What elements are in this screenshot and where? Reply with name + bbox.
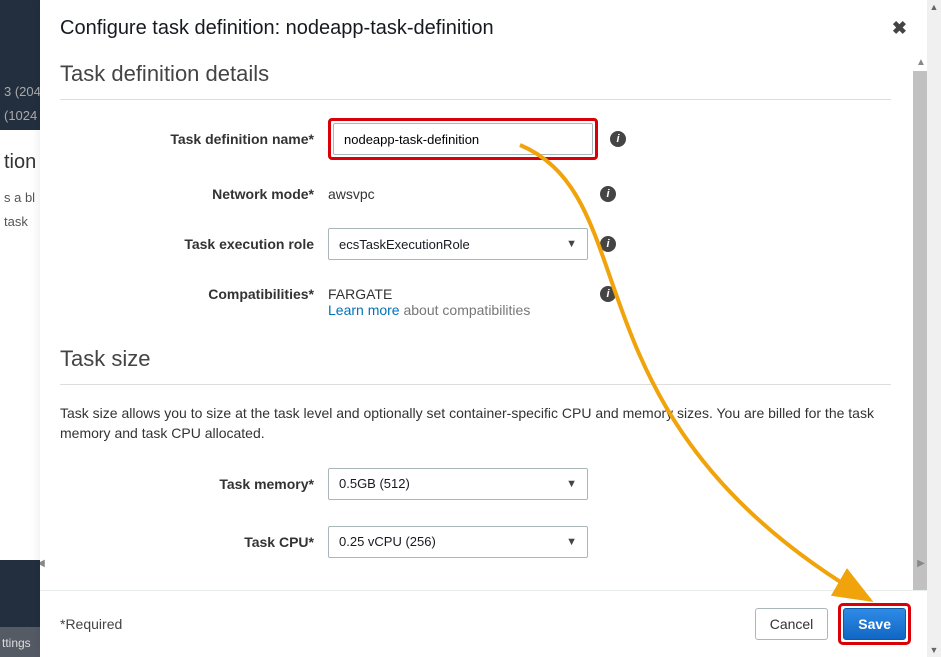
- divider: [60, 384, 891, 385]
- highlight-box: Save: [838, 603, 911, 645]
- label-task-memory: Task memory*: [60, 476, 328, 492]
- configure-task-modal: Configure task definition: nodeapp-task-…: [40, 0, 931, 657]
- info-icon[interactable]: i: [600, 286, 616, 302]
- chevron-down-icon: ▼: [566, 478, 577, 490]
- modal-header: Configure task definition: nodeapp-task-…: [40, 0, 931, 55]
- row-task-definition-name: Task definition name* i: [60, 118, 891, 160]
- label-task-cpu: Task CPU*: [60, 534, 328, 550]
- scroll-up-arrow-icon[interactable]: ▲: [927, 0, 941, 14]
- row-task-execution-role: Task execution role ecsTaskExecutionRole…: [60, 228, 891, 260]
- obscured-text: 3 (204: [0, 80, 40, 104]
- divider: [60, 99, 891, 100]
- info-icon[interactable]: i: [600, 186, 616, 202]
- row-network-mode: Network mode* awsvpc i: [60, 186, 891, 202]
- select-value: ecsTaskExecutionRole: [339, 237, 470, 252]
- select-value: 0.5GB (512): [339, 476, 410, 491]
- label-compatibilities: Compatibilities*: [60, 286, 328, 302]
- outer-scrollbar-track: ▲ ▼: [927, 0, 941, 657]
- required-note: *Required: [60, 616, 122, 632]
- task-definition-name-input[interactable]: [333, 123, 593, 155]
- learn-more-suffix: about compatibilities: [400, 302, 531, 318]
- obscured-text: tion: [0, 150, 40, 174]
- save-button[interactable]: Save: [843, 608, 906, 640]
- info-icon[interactable]: i: [610, 131, 626, 147]
- chevron-down-icon: ▼: [566, 536, 577, 548]
- inner-scrollbar-thumb[interactable]: [913, 71, 927, 590]
- select-value: 0.25 vCPU (256): [339, 534, 436, 549]
- task-size-description: Task size allows you to size at the task…: [60, 403, 891, 444]
- scroll-left-arrow-icon[interactable]: ◀: [40, 556, 49, 572]
- label-task-definition-name: Task definition name*: [60, 131, 328, 147]
- modal-title: Configure task definition: nodeapp-task-…: [60, 17, 494, 40]
- cancel-button[interactable]: Cancel: [755, 608, 829, 640]
- network-mode-value: awsvpc: [328, 186, 588, 202]
- task-memory-select[interactable]: 0.5GB (512) ▼: [328, 468, 588, 500]
- modal-body: Task definition details Task definition …: [40, 55, 911, 590]
- section-title-size: Task size: [60, 346, 891, 376]
- modal-footer: *Required Cancel Save: [40, 590, 931, 657]
- scroll-down-arrow-icon[interactable]: ▼: [927, 643, 941, 657]
- label-task-execution-role: Task execution role: [60, 236, 328, 252]
- obscured-text: task: [0, 210, 40, 234]
- row-task-cpu: Task CPU* 0.25 vCPU (256) ▼: [60, 526, 891, 558]
- task-execution-role-select[interactable]: ecsTaskExecutionRole ▼: [328, 228, 588, 260]
- obscured-text: (1024: [0, 104, 40, 128]
- section-title-details: Task definition details: [60, 61, 891, 91]
- close-icon[interactable]: ✖: [888, 14, 911, 43]
- info-icon[interactable]: i: [600, 236, 616, 252]
- task-cpu-select[interactable]: 0.25 vCPU (256) ▼: [328, 526, 588, 558]
- obscured-text: s a bl: [0, 186, 40, 210]
- chevron-down-icon: ▼: [566, 238, 577, 250]
- background-obscured: 3 (204 (1024 tion s a bl task ttings: [0, 0, 40, 657]
- learn-more-link[interactable]: Learn more: [328, 302, 400, 318]
- footer-buttons: Cancel Save: [755, 603, 911, 645]
- obscured-footer: ttings: [0, 627, 40, 657]
- highlight-box: [328, 118, 598, 160]
- learn-more-row: Learn more about compatibilities: [60, 302, 891, 318]
- compatibilities-value: FARGATE: [328, 286, 588, 302]
- row-task-memory: Task memory* 0.5GB (512) ▼: [60, 468, 891, 500]
- row-compatibilities: Compatibilities* FARGATE i: [60, 286, 891, 302]
- label-network-mode: Network mode*: [60, 186, 328, 202]
